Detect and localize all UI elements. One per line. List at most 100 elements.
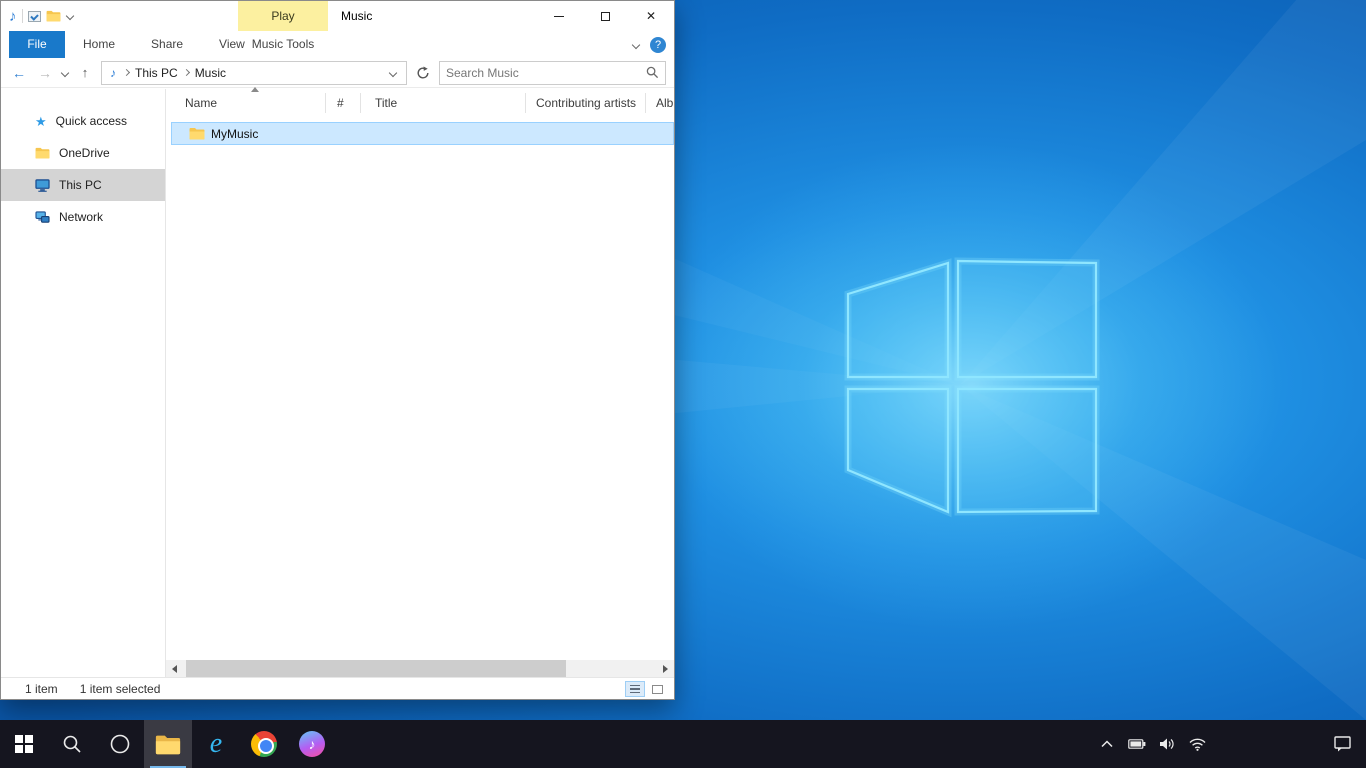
this-pc-monitor-icon <box>35 179 50 192</box>
chrome-icon <box>251 731 277 757</box>
toolbar-separator <box>22 9 23 23</box>
address-dropdown-button[interactable] <box>384 69 402 77</box>
quick-access-toolbar: ♪ <box>9 1 74 31</box>
tab-file[interactable]: File <box>9 31 65 58</box>
wifi-icon <box>1189 738 1206 751</box>
window-controls: ✕ <box>536 1 674 31</box>
explorer-body: ★ Quick access OneDrive T <box>1 89 674 677</box>
taskbar-file-explorer-button[interactable] <box>144 720 192 768</box>
ribbon-tab-strip: File Home Share View Music Tools ? <box>1 31 674 58</box>
sidebar-item-label: Network <box>59 210 103 224</box>
show-hidden-icons-button[interactable] <box>1098 720 1116 768</box>
triangle-right-icon <box>663 665 668 673</box>
action-center-button[interactable] <box>1334 720 1352 768</box>
maximize-icon <box>601 12 610 21</box>
chevron-up-icon <box>1101 740 1113 748</box>
expand-ribbon-chevron-icon[interactable] <box>632 41 640 49</box>
network-icon <box>35 211 50 224</box>
music-note-glyph: ♪ <box>309 736 316 752</box>
help-icon[interactable]: ? <box>650 37 666 53</box>
scroll-right-button[interactable] <box>657 660 674 677</box>
refresh-button[interactable] <box>413 66 433 80</box>
start-button[interactable] <box>0 720 48 768</box>
search-box[interactable] <box>439 61 666 85</box>
system-tray <box>1098 720 1206 768</box>
network-wifi-button[interactable] <box>1188 720 1206 768</box>
window-title: Music <box>341 1 372 31</box>
address-bar[interactable]: ♪ This PC Music <box>101 61 407 85</box>
details-view-button[interactable] <box>625 681 645 697</box>
column-header-title[interactable]: Title <box>361 93 526 113</box>
breadcrumb-chevron-icon[interactable] <box>183 69 190 76</box>
sidebar-item-onedrive[interactable]: OneDrive <box>1 137 165 169</box>
file-list-pane: Name # Title Contributing artists Alb My… <box>166 89 674 677</box>
close-icon: ✕ <box>646 9 656 23</box>
large-icons-view-button[interactable] <box>647 681 667 697</box>
app-music-icon: ♪ <box>9 9 17 24</box>
column-header-name[interactable]: Name <box>166 93 326 113</box>
action-center-icon <box>1334 736 1352 752</box>
tab-share[interactable]: Share <box>133 31 201 58</box>
chevron-down-icon <box>389 69 397 77</box>
close-button[interactable]: ✕ <box>628 1 674 31</box>
column-header-album[interactable]: Alb <box>646 93 674 113</box>
up-button[interactable]: ↑ <box>75 65 95 80</box>
sort-ascending-icon <box>251 87 259 92</box>
tab-home[interactable]: Home <box>65 31 133 58</box>
column-header-number[interactable]: # <box>326 93 361 113</box>
navigation-pane: ★ Quick access OneDrive T <box>1 89 166 677</box>
details-view-icon <box>630 685 640 694</box>
cortana-button[interactable] <box>96 720 144 768</box>
breadcrumb-music[interactable]: Music <box>195 66 226 80</box>
file-row-mymusic[interactable]: MyMusic <box>171 122 674 145</box>
back-button[interactable]: ← <box>9 65 29 81</box>
search-icon <box>646 66 659 79</box>
selected-count: 1 item selected <box>80 682 161 696</box>
onedrive-folder-icon <box>35 147 50 159</box>
sidebar-item-label: OneDrive <box>59 146 110 160</box>
screen: ♪ Play Music ✕ File Home Share Vie <box>0 0 1366 768</box>
contextual-group-play[interactable]: Play <box>238 1 328 31</box>
taskbar-chrome-button[interactable] <box>240 720 288 768</box>
cortana-circle-icon <box>109 733 131 755</box>
title-bar: ♪ Play Music ✕ <box>1 1 674 31</box>
tab-music-tools[interactable]: Music Tools <box>238 31 328 58</box>
customize-toolbar-chevron-icon[interactable] <box>66 12 74 20</box>
battery-icon <box>1128 739 1146 749</box>
sidebar-item-label: This PC <box>59 178 102 192</box>
search-icon <box>62 734 82 754</box>
item-count: 1 item <box>25 682 58 696</box>
scroll-left-button[interactable] <box>166 660 183 677</box>
breadcrumb-chevron-icon[interactable] <box>123 69 130 76</box>
refresh-icon <box>416 66 430 80</box>
column-headers: Name # Title Contributing artists Alb <box>166 89 674 117</box>
breadcrumb-this-pc[interactable]: This PC <box>135 66 178 80</box>
windows-start-icon <box>15 735 33 753</box>
new-folder-icon[interactable] <box>46 10 61 22</box>
minimize-button[interactable] <box>536 1 582 31</box>
file-explorer-window: ♪ Play Music ✕ File Home Share Vie <box>0 0 675 700</box>
taskbar-music-app-button[interactable]: ♪ <box>288 720 336 768</box>
sidebar-item-this-pc[interactable]: This PC <box>1 169 165 201</box>
location-music-icon: ♪ <box>110 66 116 80</box>
sidebar-item-network[interactable]: Network <box>1 201 165 233</box>
volume-button[interactable] <box>1158 720 1176 768</box>
battery-status-button[interactable] <box>1128 720 1146 768</box>
forward-button[interactable]: → <box>35 65 55 81</box>
large-icons-view-icon <box>652 685 663 694</box>
taskbar-internet-explorer-button[interactable]: e <box>192 720 240 768</box>
search-input[interactable] <box>446 66 646 80</box>
horizontal-scrollbar[interactable] <box>166 660 674 677</box>
sidebar-item-quick-access[interactable]: ★ Quick access <box>1 105 165 137</box>
scrollbar-thumb[interactable] <box>186 660 566 677</box>
folder-icon <box>189 127 205 140</box>
triangle-left-icon <box>172 665 177 673</box>
view-toggles <box>625 681 667 697</box>
taskbar-search-button[interactable] <box>48 720 96 768</box>
column-header-artists[interactable]: Contributing artists <box>526 93 646 113</box>
properties-icon[interactable] <box>28 11 41 22</box>
maximize-button[interactable] <box>582 1 628 31</box>
taskbar: e ♪ <box>0 720 1366 768</box>
address-row: ← → ↑ ♪ This PC Music <box>1 58 674 88</box>
recent-locations-chevron-icon[interactable] <box>61 69 69 77</box>
